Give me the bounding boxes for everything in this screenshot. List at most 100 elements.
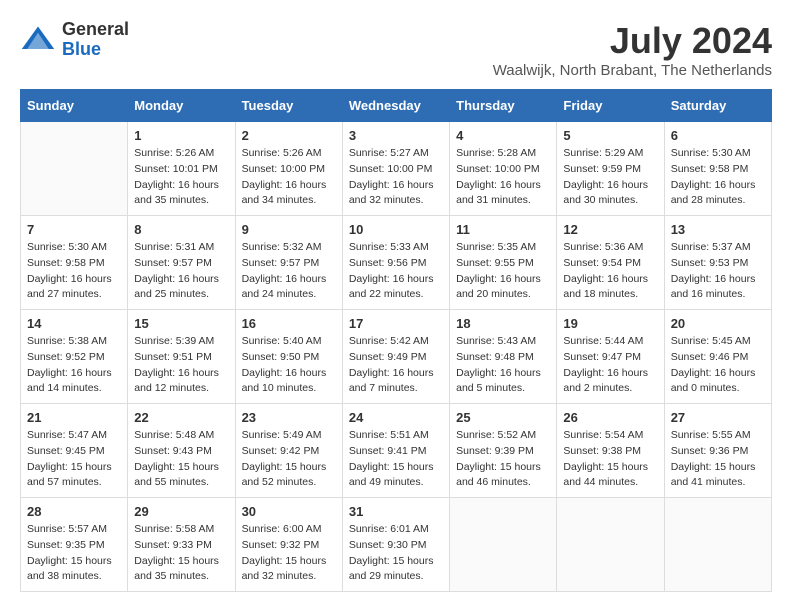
day-number: 9 [242, 222, 336, 237]
day-number: 1 [134, 128, 228, 143]
calendar-cell [450, 498, 557, 592]
day-info: Sunrise: 5:36 AMSunset: 9:54 PMDaylight:… [563, 240, 657, 303]
calendar-cell: 13Sunrise: 5:37 AMSunset: 9:53 PMDayligh… [664, 216, 771, 310]
calendar-cell: 12Sunrise: 5:36 AMSunset: 9:54 PMDayligh… [557, 216, 664, 310]
calendar-cell: 23 Sunrise: 5:49 AMSunset: 9:42 PMDayligh… [235, 404, 342, 498]
day-info: Sunrise: 5:44 AMSunset: 9:47 PMDaylight:… [563, 334, 657, 397]
day-number: 26 [563, 410, 657, 425]
calendar-cell: 22 Sunrise: 5:48 AMSunset: 9:43 PMDayligh… [128, 404, 235, 498]
day-number: 25 [456, 410, 550, 425]
calendar-cell: 29 Sunrise: 5:58 AMSunset: 9:33 PMDayligh… [128, 498, 235, 592]
header-friday: Friday [557, 90, 664, 122]
day-info: Sunrise: 5:29 AMSunset: 9:59 PMDaylight:… [563, 146, 657, 209]
header-thursday: Thursday [450, 90, 557, 122]
day-number: 7 [27, 222, 121, 237]
calendar-cell: 19 Sunrise: 5:44 AMSunset: 9:47 PMDayligh… [557, 310, 664, 404]
logo-blue: Blue [62, 39, 101, 59]
day-info: Sunrise: 5:31 AMSunset: 9:57 PMDaylight:… [134, 240, 228, 303]
day-info: Sunrise: 6:01 AMSunset: 9:30 PMDaylight:… [349, 522, 443, 585]
day-info: Sunrise: 5:49 AMSunset: 9:42 PMDaylight:… [242, 428, 336, 491]
calendar-cell: 16Sunrise: 5:40 AMSunset: 9:50 PMDayligh… [235, 310, 342, 404]
calendar-cell: 31 Sunrise: 6:01 AMSunset: 9:30 PMDayligh… [342, 498, 449, 592]
calendar-cell: 17 Sunrise: 5:42 AMSunset: 9:49 PMDayligh… [342, 310, 449, 404]
title-block: July 2024 Waalwijk, North Brabant, The N… [493, 20, 772, 79]
day-info: Sunrise: 5:48 AMSunset: 9:43 PMDaylight:… [134, 428, 228, 491]
header-wednesday: Wednesday [342, 90, 449, 122]
calendar-cell: 30Sunrise: 6:00 AMSunset: 9:32 PMDayligh… [235, 498, 342, 592]
day-number: 17 [349, 316, 443, 331]
day-number: 2 [242, 128, 336, 143]
day-info: Sunrise: 5:32 AMSunset: 9:57 PMDaylight:… [242, 240, 336, 303]
calendar-cell: 21 Sunrise: 5:47 AMSunset: 9:45 PMDayligh… [21, 404, 128, 498]
calendar-cell: 10 Sunrise: 5:33 AMSunset: 9:56 PMDayligh… [342, 216, 449, 310]
day-number: 21 [27, 410, 121, 425]
calendar-cell: 8 Sunrise: 5:31 AMSunset: 9:57 PMDaylight… [128, 216, 235, 310]
day-number: 23 [242, 410, 336, 425]
day-info: Sunrise: 6:00 AMSunset: 9:32 PMDaylight:… [242, 522, 336, 585]
day-number: 28 [27, 504, 121, 519]
calendar-cell: 11 Sunrise: 5:35 AMSunset: 9:55 PMDayligh… [450, 216, 557, 310]
day-number: 8 [134, 222, 228, 237]
day-info: Sunrise: 5:57 AMSunset: 9:35 PMDaylight:… [27, 522, 121, 585]
day-info: Sunrise: 5:55 AMSunset: 9:36 PMDaylight:… [671, 428, 765, 491]
day-info: Sunrise: 5:30 AMSunset: 9:58 PMDaylight:… [27, 240, 121, 303]
day-number: 18 [456, 316, 550, 331]
day-number: 20 [671, 316, 765, 331]
day-number: 29 [134, 504, 228, 519]
day-number: 3 [349, 128, 443, 143]
day-number: 22 [134, 410, 228, 425]
day-info: Sunrise: 5:26 AMSunset: 10:01 PMDaylight… [134, 146, 228, 209]
page-header: General Blue July 2024 Waalwijk, North B… [20, 20, 772, 79]
day-number: 14 [27, 316, 121, 331]
day-info: Sunrise: 5:33 AMSunset: 9:56 PMDaylight:… [349, 240, 443, 303]
calendar-cell: 14 Sunrise: 5:38 AMSunset: 9:52 PMDayligh… [21, 310, 128, 404]
logo-icon [20, 22, 56, 58]
calendar-week-4: 21 Sunrise: 5:47 AMSunset: 9:45 PMDayligh… [21, 404, 772, 498]
header-tuesday: Tuesday [235, 90, 342, 122]
calendar-week-5: 28 Sunrise: 5:57 AMSunset: 9:35 PMDayligh… [21, 498, 772, 592]
day-info: Sunrise: 5:58 AMSunset: 9:33 PMDaylight:… [134, 522, 228, 585]
calendar-cell: 3Sunrise: 5:27 AMSunset: 10:00 PMDayligh… [342, 122, 449, 216]
day-info: Sunrise: 5:38 AMSunset: 9:52 PMDaylight:… [27, 334, 121, 397]
day-info: Sunrise: 5:51 AMSunset: 9:41 PMDaylight:… [349, 428, 443, 491]
calendar-cell: 5 Sunrise: 5:29 AMSunset: 9:59 PMDaylight… [557, 122, 664, 216]
location: Waalwijk, North Brabant, The Netherlands [493, 62, 772, 79]
day-info: Sunrise: 5:28 AMSunset: 10:00 PMDaylight… [456, 146, 550, 209]
day-info: Sunrise: 5:39 AMSunset: 9:51 PMDaylight:… [134, 334, 228, 397]
day-info: Sunrise: 5:43 AMSunset: 9:48 PMDaylight:… [456, 334, 550, 397]
calendar-cell: 15 Sunrise: 5:39 AMSunset: 9:51 PMDayligh… [128, 310, 235, 404]
calendar-week-2: 7 Sunrise: 5:30 AMSunset: 9:58 PMDaylight… [21, 216, 772, 310]
logo: General Blue [20, 20, 129, 60]
calendar-cell: 7 Sunrise: 5:30 AMSunset: 9:58 PMDaylight… [21, 216, 128, 310]
day-info: Sunrise: 5:40 AMSunset: 9:50 PMDaylight:… [242, 334, 336, 397]
calendar-cell: 1 Sunrise: 5:26 AMSunset: 10:01 PMDayligh… [128, 122, 235, 216]
calendar-cell: 28 Sunrise: 5:57 AMSunset: 9:35 PMDayligh… [21, 498, 128, 592]
calendar-cell [664, 498, 771, 592]
calendar-cell: 9 Sunrise: 5:32 AMSunset: 9:57 PMDaylight… [235, 216, 342, 310]
day-number: 19 [563, 316, 657, 331]
day-info: Sunrise: 5:47 AMSunset: 9:45 PMDaylight:… [27, 428, 121, 491]
day-number: 5 [563, 128, 657, 143]
day-info: Sunrise: 5:26 AMSunset: 10:00 PMDaylight… [242, 146, 336, 209]
day-number: 27 [671, 410, 765, 425]
day-number: 11 [456, 222, 550, 237]
calendar-cell: 2 Sunrise: 5:26 AMSunset: 10:00 PMDayligh… [235, 122, 342, 216]
calendar-header-row: SundayMondayTuesdayWednesdayThursdayFrid… [21, 90, 772, 122]
day-info: Sunrise: 5:37 AMSunset: 9:53 PMDaylight:… [671, 240, 765, 303]
header-monday: Monday [128, 90, 235, 122]
calendar-week-1: 1 Sunrise: 5:26 AMSunset: 10:01 PMDayligh… [21, 122, 772, 216]
calendar-cell: 4Sunrise: 5:28 AMSunset: 10:00 PMDayligh… [450, 122, 557, 216]
day-number: 6 [671, 128, 765, 143]
day-number: 10 [349, 222, 443, 237]
header-sunday: Sunday [21, 90, 128, 122]
day-info: Sunrise: 5:54 AMSunset: 9:38 PMDaylight:… [563, 428, 657, 491]
day-info: Sunrise: 5:45 AMSunset: 9:46 PMDaylight:… [671, 334, 765, 397]
day-number: 31 [349, 504, 443, 519]
day-info: Sunrise: 5:42 AMSunset: 9:49 PMDaylight:… [349, 334, 443, 397]
calendar-cell: 25Sunrise: 5:52 AMSunset: 9:39 PMDayligh… [450, 404, 557, 498]
calendar-cell: 6Sunrise: 5:30 AMSunset: 9:58 PMDaylight… [664, 122, 771, 216]
day-number: 15 [134, 316, 228, 331]
calendar-cell [21, 122, 128, 216]
calendar-week-3: 14 Sunrise: 5:38 AMSunset: 9:52 PMDayligh… [21, 310, 772, 404]
day-info: Sunrise: 5:35 AMSunset: 9:55 PMDaylight:… [456, 240, 550, 303]
